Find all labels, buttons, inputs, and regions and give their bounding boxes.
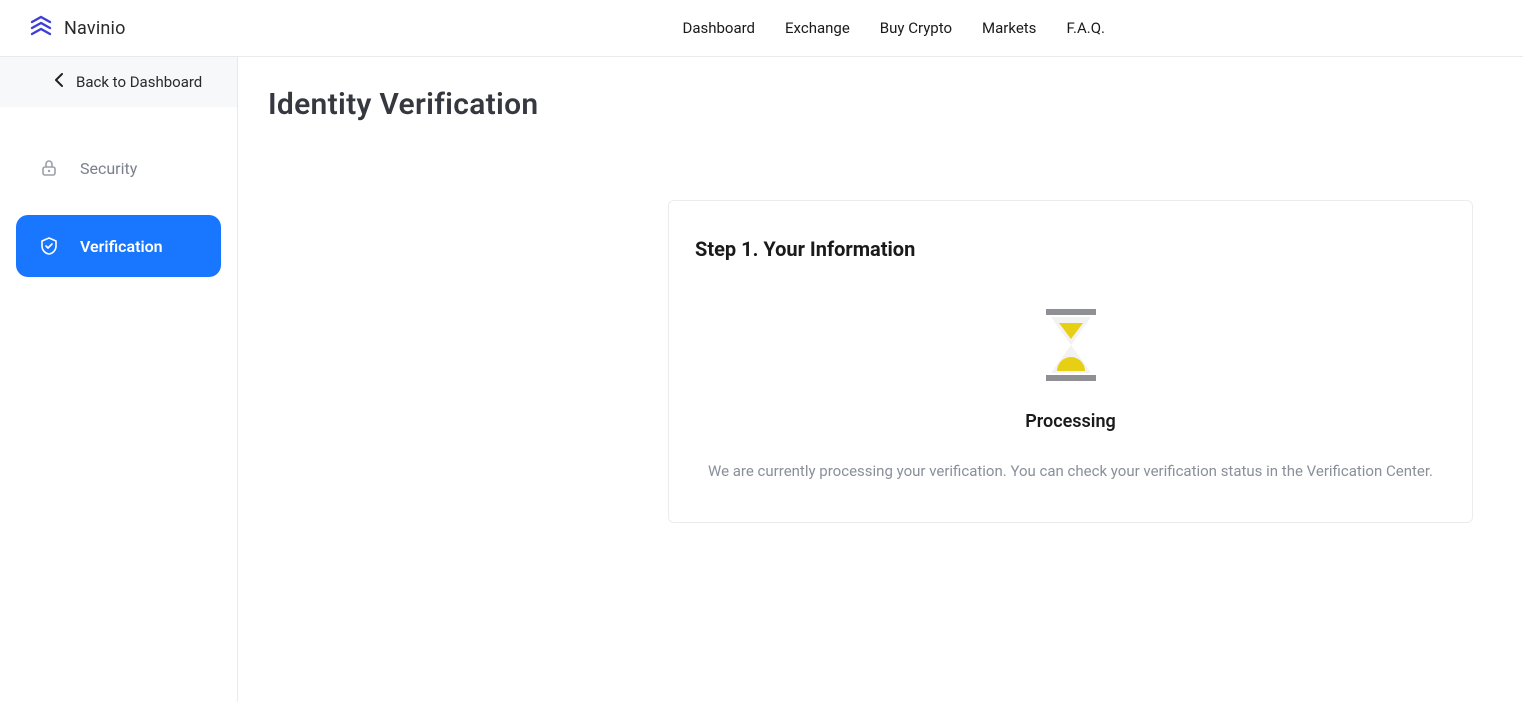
step-title: Step 1. Your Information [695, 237, 1446, 261]
logo[interactable]: Navinio [28, 15, 126, 41]
nav-dashboard[interactable]: Dashboard [682, 19, 755, 37]
header: Navinio Dashboard Exchange Buy Crypto Ma… [0, 0, 1523, 57]
sidebar-item-verification[interactable]: Verification [16, 215, 221, 277]
chevron-left-icon [54, 73, 64, 91]
back-label: Back to Dashboard [76, 73, 202, 91]
back-to-dashboard[interactable]: Back to Dashboard [0, 57, 237, 107]
verification-step-card: Step 1. Your Information Processing We a… [668, 200, 1473, 523]
logo-icon [28, 15, 54, 41]
nav-faq[interactable]: F.A.Q. [1066, 19, 1105, 37]
nav-exchange[interactable]: Exchange [785, 19, 850, 37]
sidebar-item-label: Verification [80, 237, 163, 256]
lock-icon [38, 157, 60, 179]
status-description: We are currently processing your verific… [708, 462, 1433, 480]
shield-check-icon [38, 235, 60, 257]
status-label: Processing [1025, 411, 1116, 432]
page-title: Identity Verification [268, 87, 1473, 122]
sidebar: Back to Dashboard Security Verification [0, 57, 238, 702]
sidebar-item-label: Security [80, 159, 137, 178]
top-nav: Dashboard Exchange Buy Crypto Markets F.… [682, 19, 1105, 37]
main-content: Identity Verification Step 1. Your Infor… [238, 57, 1523, 702]
nav-markets[interactable]: Markets [982, 19, 1036, 37]
nav-buy-crypto[interactable]: Buy Crypto [880, 19, 952, 37]
sidebar-item-security[interactable]: Security [16, 137, 221, 199]
hourglass-icon [1044, 309, 1098, 381]
brand-name: Navinio [64, 18, 126, 39]
